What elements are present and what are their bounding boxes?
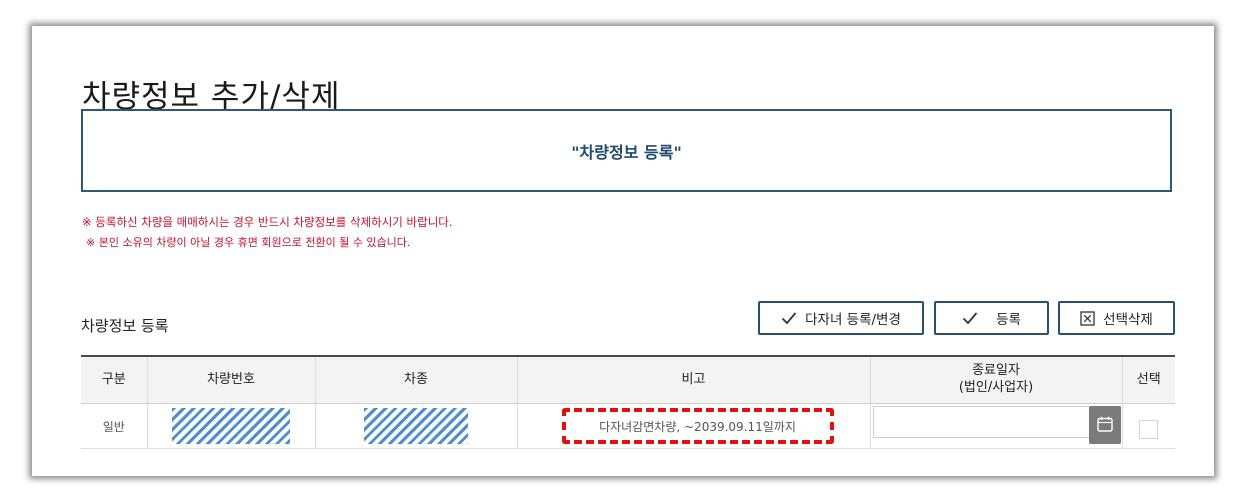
remark-wrap: 다자녀감면차량, ~2039.09.11일까지 [518,404,870,448]
end-date-field-wrap [871,404,1122,448]
table-row: 일반 다자녀감면차량, ~2039.09.11일까지 [81,403,1175,449]
col-header-select: 선택 [1121,355,1175,404]
row-select-checkbox[interactable] [1139,419,1159,439]
notice-dormant-warning: ※ 본인 소유의 차량이 아닐 경우 휴면 회원으로 전환이 될 수 있습니다. [86,236,411,249]
col-header-end-date-line2: (법인/사업자) [958,380,1034,395]
section-title: 차량정보 등록 [81,317,169,335]
col-header-model: 차종 [314,355,517,404]
calendar-button[interactable] [1088,406,1121,444]
remark-highlight: 다자녀감면차량, ~2039.09.11일까지 [561,408,834,444]
end-date-input[interactable] [872,406,1121,438]
masked-plate-number [172,408,290,444]
col-header-end-date-line1: 종료일자 [972,363,1020,379]
cell-select [1121,403,1175,449]
banner-text: "차량정보 등록" [571,142,682,162]
masked-vehicle-model [364,408,468,444]
info-banner: "차량정보 등록" [81,109,1172,192]
delete-selected-button[interactable]: 선택삭제 [1058,301,1175,335]
table-header-row: 구분 차량번호 차종 비고 종료일자 (법인/사업자) 선택 [81,355,1175,404]
cell-remark: 다자녀감면차량, ~2039.09.11일까지 [516,403,870,449]
vehicle-table: 구분 차량번호 차종 비고 종료일자 (법인/사업자) 선택 일반 다자녀감면차… [81,355,1175,449]
register-label: 등록 [996,312,1021,328]
register-button[interactable]: 등록 [934,301,1049,335]
cell-plate [146,403,315,449]
checkbox-x-icon [1080,310,1095,326]
col-header-plate: 차량번호 [146,355,315,404]
family-register-label: 다자녀 등록/변경 [805,312,901,328]
col-header-type: 구분 [81,355,147,404]
calendar-icon [1096,415,1114,436]
col-header-remark: 비고 [516,355,870,404]
cell-model [314,403,517,449]
check-icon [781,311,797,325]
notice-sell-warning: ※ 등록하신 차량을 매매하시는 경우 반드시 차량정보를 삭제하시기 바랍니다… [82,215,453,229]
vehicle-info-panel: 차량정보 추가/삭제 "차량정보 등록" ※ 등록하신 차량을 매매하시는 경우… [32,26,1214,476]
delete-selected-label: 선택삭제 [1103,312,1153,328]
check-icon [962,311,978,325]
cell-type: 일반 [81,403,147,449]
family-register-button[interactable]: 다자녀 등록/변경 [758,301,924,335]
remark-text: 다자녀감면차량, ~2039.09.11일까지 [599,419,796,434]
col-header-end-date: 종료일자 (법인/사업자) [869,355,1122,404]
cell-end-date [869,403,1122,449]
